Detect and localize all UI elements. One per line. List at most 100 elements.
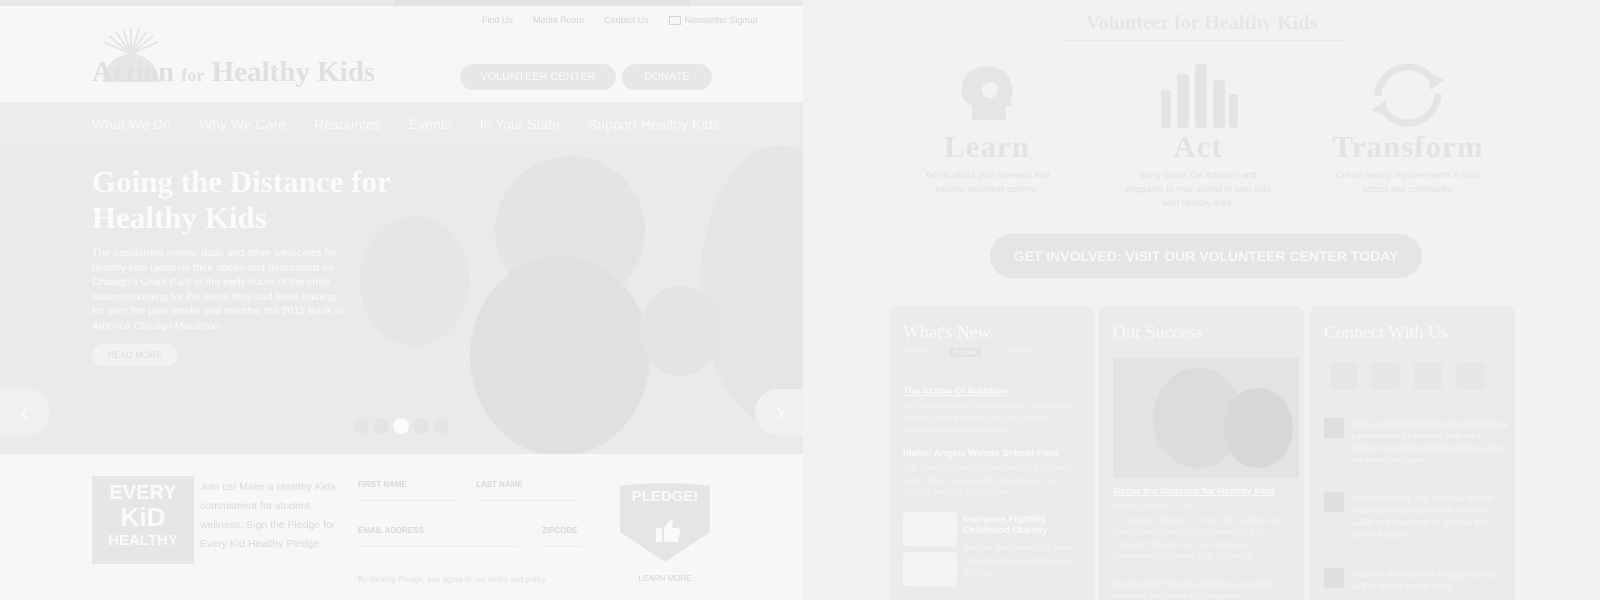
whats-new-title: What's New xyxy=(903,322,991,342)
utility-link-media-room[interactable]: Media Room xyxy=(533,15,584,25)
tweet-text: Parents: share tips for helping kids eat… xyxy=(1352,569,1497,591)
transform-column: Transform Create lasting improvements in… xyxy=(1313,60,1503,196)
slider-dot[interactable] xyxy=(433,418,449,434)
act-column: Act Bring Game On activities and program… xyxy=(1103,60,1293,210)
success-body: On Sunday, October 7, 2012, 56 healthy k… xyxy=(1113,515,1283,561)
success-photo[interactable] xyxy=(1113,358,1299,478)
volunteer-center-button[interactable]: VOLUNTEER CENTER xyxy=(460,64,616,90)
email-field[interactable] xyxy=(358,546,518,547)
success-headline[interactable]: Going the Distance for Healthy Kids xyxy=(1113,486,1288,497)
twitter-avatar xyxy=(1324,418,1344,438)
transform-description: Create lasting improvements in your scho… xyxy=(1335,170,1481,194)
social-icons xyxy=(1330,362,1484,390)
pledge-fine-print: By clicking Pledge, you agree to our ter… xyxy=(358,575,548,584)
tweet-text: Wellness Policy 101: Get your school wel… xyxy=(1352,493,1493,539)
transform-heading: Transform xyxy=(1332,129,1484,164)
news-thumbnail[interactable] xyxy=(903,552,957,586)
nav-item-in-your-state[interactable]: In Your State xyxy=(480,116,560,132)
utility-link-find-us[interactable]: Find Us xyxy=(482,15,513,25)
hero-photo-child-4 xyxy=(700,146,803,426)
first-name-field[interactable] xyxy=(358,500,458,501)
nav-item-events[interactable]: Events xyxy=(409,116,452,132)
read-more-button[interactable]: READ MORE xyxy=(92,344,178,366)
hero-title: Going the Distance for Healthy Kids xyxy=(92,164,391,235)
divider xyxy=(1060,40,1342,41)
act-description: Bring Game On activities and programs to… xyxy=(1125,170,1271,208)
logo[interactable]: Action for Healthy Kids xyxy=(92,28,392,92)
hero-photo-child-2 xyxy=(470,256,650,454)
email-label: EMAIL ADDRESS xyxy=(358,526,424,535)
zipcode-label: ZIPCODE xyxy=(542,526,578,535)
first-name-label: FIRST NAME xyxy=(358,480,407,489)
homepage-panel: Find Us Media Room Contact Us Newsletter… xyxy=(0,0,803,600)
pledge-button-label: PLEDGE! xyxy=(631,488,699,505)
hero-slider: Going the Distance for Healthy Kids The … xyxy=(0,146,803,454)
slider-dot[interactable] xyxy=(413,418,429,434)
logo-wordmark: Action for Healthy Kids xyxy=(92,56,376,88)
get-involved-button[interactable]: GET INVOLVED: VISIT OUR VOLUNTEER CENTER… xyxy=(990,234,1422,278)
slider-dot[interactable] xyxy=(353,418,369,434)
news-item-body: Join our free webinar to learn how schoo… xyxy=(963,543,1074,577)
slider-prev-arrow[interactable]: ‹ xyxy=(0,389,50,435)
zipcode-field[interactable] xyxy=(542,546,582,547)
donate-button[interactable]: DONATE xyxy=(622,64,712,90)
raised-hands-icon xyxy=(1161,64,1238,128)
tab-recent[interactable]: Recent xyxy=(903,348,925,355)
act-heading: Act xyxy=(1173,129,1223,164)
pledge-description: Join us! Make a Healthy Kids commitment … xyxy=(200,481,336,550)
top-bar xyxy=(0,0,803,6)
chevron-right-icon: › xyxy=(775,395,785,428)
tweet-text: We're excited that the Secret Garden has… xyxy=(1352,419,1508,465)
pledge-section: EVERY KiD HEALTHY Join us! Make a Health… xyxy=(0,454,803,600)
hero-photo-child-5 xyxy=(640,286,720,376)
learn-column: Learn Tell us about your interests and e… xyxy=(892,60,1082,196)
facebook-icon[interactable] xyxy=(1330,362,1358,390)
nav-item-resources[interactable]: Resources xyxy=(314,116,381,132)
pinterest-icon[interactable] xyxy=(1456,362,1484,390)
news-item-title[interactable]: Everyone Fighting Childhood Obesity xyxy=(963,514,1083,536)
every-kid-healthy-logo: EVERY KiD HEALTHY xyxy=(92,476,194,564)
utility-nav: Find Us Media Room Contact Us Newsletter… xyxy=(482,15,758,25)
whats-new-card: What's New Recent Popular Archive The Ac… xyxy=(889,306,1094,600)
chevron-left-icon: ‹ xyxy=(20,395,30,428)
success-body-2: The Healthy Schools of Illinois recently… xyxy=(1113,579,1272,600)
connect-card: Connect With Us We're excited that the S… xyxy=(1310,306,1515,600)
news-item-title[interactable]: Idaho: Angels Woods School Field xyxy=(903,448,1078,459)
connect-title: Connect With Us xyxy=(1324,322,1448,342)
news-item-body: Did you know that healthy kids in school… xyxy=(903,401,1075,435)
news-item-title[interactable]: The Action Of Nutrition xyxy=(903,386,1078,397)
newsletter-label: Newsletter Signup xyxy=(684,15,758,25)
slider-dot-active[interactable] xyxy=(393,418,409,434)
slider-next-arrow[interactable]: › xyxy=(755,389,803,435)
mail-icon xyxy=(668,15,681,25)
pledge-learn-more-link[interactable]: LEARN MORE xyxy=(618,574,712,583)
our-success-title: Our Success xyxy=(1113,322,1203,342)
learn-heading: Learn xyxy=(944,129,1030,164)
utility-link-contact-us[interactable]: Contact Us xyxy=(604,15,649,25)
twitter-avatar xyxy=(1324,568,1344,588)
hero-body: The passionate moms, dads and other advo… xyxy=(92,247,344,332)
utility-link-newsletter[interactable]: Newsletter Signup xyxy=(668,15,758,25)
head-lightbulb-icon xyxy=(961,66,1013,120)
twitter-avatar xyxy=(1324,492,1344,512)
slider-dot[interactable] xyxy=(373,418,389,434)
learn-description: Tell us about your interests and explore… xyxy=(924,170,1050,194)
tab-archive[interactable]: Archive xyxy=(1007,348,1030,355)
twitter-icon[interactable] xyxy=(1372,362,1400,390)
news-thumbnail[interactable] xyxy=(903,512,957,546)
volunteer-title: Volunteer for Healthy Kids xyxy=(1085,12,1318,34)
tab-popular[interactable]: Popular xyxy=(949,348,982,357)
volunteer-panel: Volunteer for Healthy Kids Learn Tell us… xyxy=(803,0,1600,600)
our-success-card: Our Success Going the Distance for Healt… xyxy=(1099,306,1304,600)
nav-item-support-healthy-kids[interactable]: Support Healthy Kids xyxy=(588,116,720,132)
cycle-arrows-icon xyxy=(1372,63,1444,127)
last-name-label: LAST NAME xyxy=(476,480,523,489)
nav-item-why-we-care[interactable]: Why We Care xyxy=(199,116,286,132)
youtube-icon[interactable] xyxy=(1414,362,1442,390)
main-nav: What We Do Why We Care Resources Events … xyxy=(0,102,803,146)
last-name-field[interactable] xyxy=(476,500,576,501)
news-item-body: Our School Grant program helped a school… xyxy=(903,463,1075,497)
slider-dots xyxy=(353,418,449,434)
nav-item-what-we-do[interactable]: What We Do xyxy=(92,116,171,132)
success-date: Posted October 17, 2012 xyxy=(1113,501,1197,510)
